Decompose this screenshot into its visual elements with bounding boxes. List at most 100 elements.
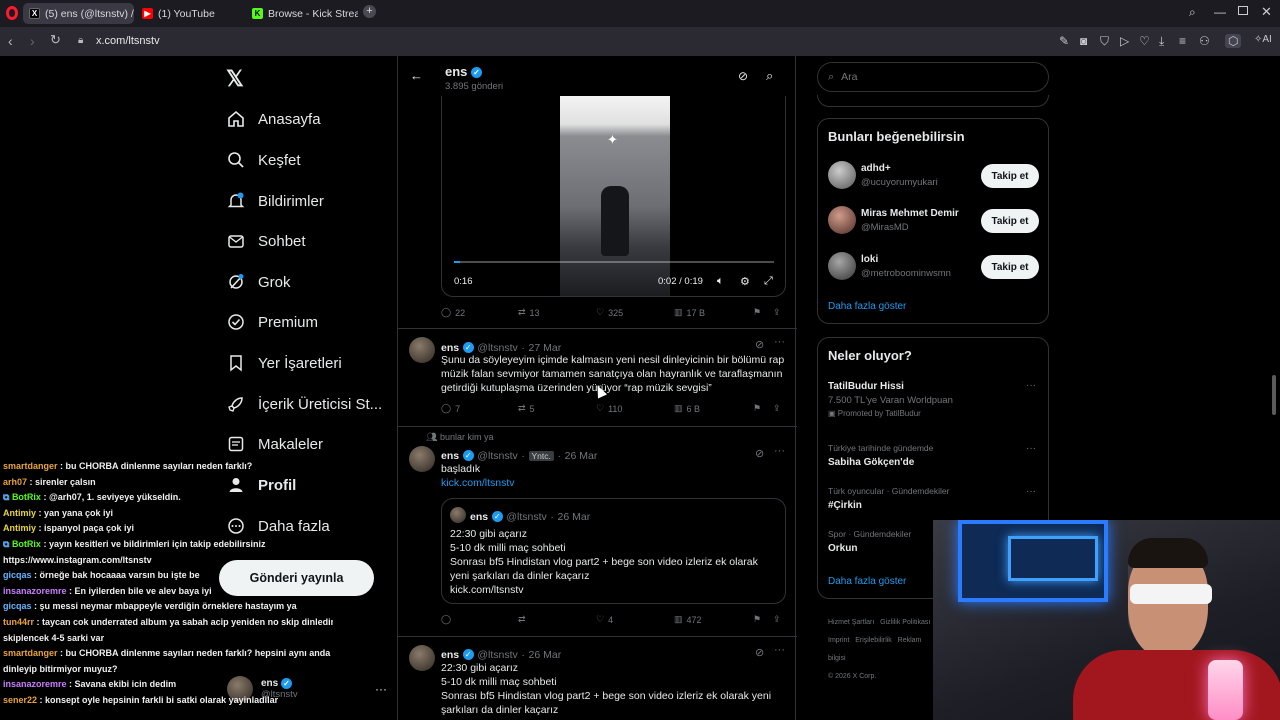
show-more-link[interactable]: Daha fazla göster — [828, 576, 906, 587]
avatar[interactable] — [409, 645, 435, 671]
volume-icon[interactable]: 🔈︎ — [717, 275, 724, 288]
chat-username[interactable]: sener22 — [3, 695, 37, 705]
new-tab-icon[interactable]: + — [363, 5, 376, 18]
bookmark-icon[interactable]: ⚑ — [753, 614, 761, 625]
nav-creator-studio[interactable]: İçerik Üreticisi St... — [226, 387, 382, 421]
forward-icon[interactable]: › — [30, 33, 35, 49]
nav-premium[interactable]: Premium — [226, 305, 318, 339]
more-options-icon[interactable]: ··· — [774, 644, 785, 656]
opera-logo-icon[interactable] — [6, 6, 18, 20]
search-icon[interactable]: ⌕ — [766, 68, 773, 84]
follow-suggestion[interactable]: loki @metroboominwsmn Takip et — [828, 252, 1040, 282]
trend-item[interactable]: Türkiye tarihinde gündemde Sabiha Gökçen… — [828, 443, 1040, 468]
like-button[interactable]: ♡ 325 — [596, 307, 623, 318]
bookmark-icon[interactable]: ⚑ — [753, 307, 761, 318]
views-button[interactable]: ▥ 472 — [674, 614, 702, 625]
footer-link[interactable]: Hizmet Şartları — [828, 619, 874, 626]
trend-item[interactable]: TatilBudur Hissi 7.500 TL'ye Varan World… — [828, 381, 1040, 418]
footer-link[interactable]: Erişilebilirlik — [855, 637, 892, 644]
settings-icon[interactable]: ⚙ — [740, 275, 750, 288]
back-arrow-icon[interactable]: ← — [410, 68, 423, 83]
chat-username[interactable]: tun44rr — [3, 617, 34, 627]
footer-link[interactable]: Imprint — [828, 637, 849, 644]
grok-icon[interactable]: ⊘ — [738, 69, 748, 83]
more-options-icon[interactable]: ··· — [1026, 443, 1036, 454]
more-options-icon[interactable]: ··· — [1026, 486, 1036, 497]
chat-username[interactable]: Antimiy — [3, 523, 36, 533]
close-window-icon[interactable]: ✕ — [1261, 4, 1272, 20]
nav-notifications[interactable]: Bildirimler — [226, 184, 324, 218]
camera-icon[interactable]: ◙ — [1080, 34, 1087, 48]
x-logo-icon[interactable]: 𝕏 — [226, 66, 244, 92]
nav-articles[interactable]: Makaleler — [226, 427, 323, 461]
trend-item[interactable]: Türk oyuncular · Gündemdekiler #Çirkin — [828, 486, 1040, 511]
chat-username[interactable]: insanazoremre — [3, 586, 67, 596]
reload-icon[interactable]: ↻ — [50, 32, 61, 48]
url-field[interactable]: x.com/ltsnstv — [96, 35, 160, 47]
footer-link[interactable]: Gizlilik Politikası — [880, 619, 930, 626]
chat-username[interactable]: insanazoremre — [3, 679, 67, 689]
follow-suggestion[interactable]: Miras Mehmet Demir @MirasMD Takip et — [828, 206, 1040, 236]
avatar[interactable] — [409, 337, 435, 363]
minimize-icon[interactable]: — — [1214, 5, 1226, 19]
grok-icon[interactable]: ⊘ — [755, 447, 764, 460]
search-bar[interactable]: ⌕ — [817, 62, 1049, 92]
avatar[interactable] — [409, 446, 435, 472]
download-icon[interactable]: ⤓ — [1159, 34, 1164, 49]
nav-grok[interactable]: Grok — [226, 265, 291, 299]
extensions-icon[interactable]: ⬡ — [1225, 34, 1242, 48]
more-options-icon[interactable]: ··· — [774, 336, 785, 348]
maximize-icon[interactable] — [1238, 6, 1248, 15]
chat-username[interactable]: smartdanger — [3, 461, 58, 471]
repost-button[interactable]: ⇄ 5 — [518, 403, 535, 414]
video-player[interactable]: ✦ 0:16 0:02 / 0:19 🔈︎ ⚙ ⤢ — [441, 96, 786, 297]
ai-button[interactable]: ✧AI — [1254, 34, 1272, 45]
scrollbar-thumb[interactable] — [1272, 375, 1276, 415]
repost-button[interactable]: ⇄ 13 — [518, 307, 540, 318]
chat-username[interactable]: Antimiy — [3, 508, 36, 518]
play-icon[interactable]: ▷ — [1120, 34, 1129, 48]
like-button[interactable]: ♡ 110 — [596, 403, 622, 414]
search-tabs-icon[interactable]: ⌕ — [1189, 5, 1196, 20]
repost-button[interactable]: ⇄ — [518, 614, 530, 625]
chat-username[interactable]: BotRix — [12, 492, 41, 502]
share-icon[interactable]: ⇪ — [773, 614, 781, 625]
edit-icon[interactable]: ✎ — [1059, 34, 1069, 48]
nav-chat[interactable]: Sohbet — [226, 224, 306, 258]
more-options-icon[interactable]: ··· — [774, 445, 785, 457]
chat-username[interactable]: smartdanger — [3, 648, 58, 658]
follow-button[interactable]: Takip et — [981, 209, 1039, 233]
chat-username[interactable]: gicqas — [3, 570, 32, 580]
more-options-icon[interactable]: ··· — [1026, 380, 1036, 391]
nav-bookmarks[interactable]: Yer İşaretleri — [226, 346, 342, 380]
fullscreen-icon[interactable]: ⤢ — [764, 275, 773, 288]
profile-icon[interactable]: ⚇ — [1199, 34, 1210, 48]
reply-button[interactable]: ◯ — [441, 614, 455, 625]
grok-icon[interactable]: ⊘ — [755, 646, 764, 659]
search-input[interactable] — [841, 71, 1022, 83]
chat-username[interactable]: gicqas — [3, 601, 32, 611]
follow-button[interactable]: Takip et — [981, 255, 1039, 279]
follow-button[interactable]: Takip et — [981, 164, 1039, 188]
menu-icon[interactable]: ≡ — [1179, 34, 1186, 48]
nav-home[interactable]: Anasayfa — [226, 102, 321, 136]
reply-button[interactable]: ◯ 22 — [441, 307, 465, 318]
share-icon[interactable]: ⇪ — [773, 403, 781, 414]
show-more-link[interactable]: Daha fazla göster — [828, 301, 906, 312]
heart-icon[interactable]: ♡ — [1139, 34, 1150, 48]
tab-kick[interactable]: K Browse - Kick Streaming — [246, 3, 358, 24]
grok-icon[interactable]: ⊘ — [755, 338, 764, 351]
shield-icon[interactable]: ⛉ — [1100, 34, 1109, 49]
back-icon[interactable]: ‹ — [8, 33, 13, 49]
tab-x[interactable]: X (5) ens (@ltsnstv) / X — [23, 3, 134, 24]
like-button[interactable]: ♡ 4 — [596, 614, 613, 625]
tab-youtube[interactable]: ▶ (1) YouTube — [136, 3, 244, 24]
share-icon[interactable]: ⇪ — [773, 307, 781, 318]
reply-button[interactable]: ◯ 7 — [441, 403, 460, 414]
chat-username[interactable]: arh07 — [3, 477, 27, 487]
views-button[interactable]: ▥ 17 B — [674, 307, 705, 318]
nav-explore[interactable]: Keşfet — [226, 143, 301, 177]
quote-tweet[interactable]: ens ✓ @ltsnstv · 26 Mar 22:30 gibi açarı… — [441, 498, 786, 604]
follow-suggestion[interactable]: adhd+ @ucuyorumyukari Takip et — [828, 161, 1040, 191]
video-progress[interactable] — [454, 261, 774, 263]
